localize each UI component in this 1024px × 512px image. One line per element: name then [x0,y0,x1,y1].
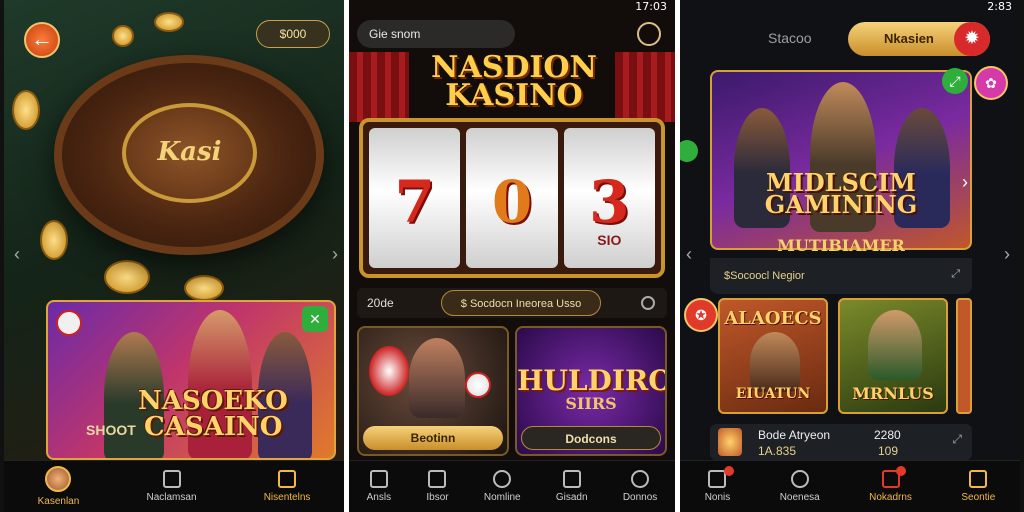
roulette-wheel[interactable]: Kasi [54,55,324,255]
game-card-2[interactable]: MRNLUS [838,298,948,414]
status-bar: 17:03 [635,0,667,13]
chevron-right-icon[interactable]: › [332,244,338,265]
nav-item-naclamsan[interactable]: Naclamsan [146,470,197,503]
promo-card[interactable]: NASOEKO CASAINO SHOOT ✕ [46,300,336,460]
screen-slots: 17:03 Gie snom NASDION KASINO 7 0 3 SIO … [349,0,675,512]
profile-ring-icon[interactable] [637,22,661,46]
slot-machine[interactable]: 7 0 3 SIO [359,118,665,278]
play-button[interactable]: Beotinn [363,426,503,450]
coin-decoration [184,275,224,301]
shield-icon [969,470,988,488]
curtain-decoration [349,52,409,122]
character-image [868,310,922,380]
slot-reel: 0 [466,128,558,268]
nav-item-nonis[interactable]: Nonis [705,466,735,503]
jackpot-bar: 20de $ Socdocn Ineorea Usso [357,288,667,318]
coin-decoration [112,25,134,47]
notification-dot [895,466,906,476]
home-icon [162,470,181,488]
chat-icon [562,470,581,488]
screen-multiplayer: 2:83 Stacoo Nkasien ✹ MIDLSCIM GAMINING … [680,0,1020,512]
game-card-3[interactable] [956,298,972,414]
search-icon [790,470,809,488]
bottom-nav: Kasenlan Naclamsan Nisentelns [4,460,344,512]
coin-balance[interactable]: $000 [256,20,330,48]
settings-icon [631,470,650,488]
ball-icon [465,372,491,398]
emblem-icon [56,310,82,336]
casino-logo: NASDION KASINO [431,50,597,113]
gear-icon[interactable]: ✹ [954,22,990,56]
feature-title: MIDLSCIM GAMINING [764,168,918,219]
nav-item-gisadn[interactable]: Gisadn [556,470,588,503]
coin-decoration [104,260,150,294]
nav-item-nokadrns[interactable]: Nokadrns [869,466,912,503]
top-action-button[interactable]: Nkasien ✹ [848,22,990,56]
top-label: Stacoo [768,30,812,46]
notification-dot [724,466,735,476]
chevron-right-icon[interactable]: › [1004,244,1010,265]
game-thumbnail-icon [718,428,742,456]
expand-icon[interactable]: ⤢ [951,268,960,281]
promo-title: NASOEKO CASAINO [138,386,288,442]
slot-reel: 3 SIO [563,128,655,268]
coin-decoration [12,90,40,130]
chevron-right-icon[interactable]: › [962,172,968,193]
bottom-nav: Ansls Ibsor Nomline Gisadn Donnos [349,460,675,512]
hot-badge-icon[interactable]: ✪ [684,298,718,332]
status-icon [680,140,698,162]
shop-icon [369,470,388,488]
list-item[interactable]: Bode Atryeon 1A.835 2280 109 ⤢ [710,424,972,460]
game-tile-2[interactable]: HULDIRO SIIRS Dodcons [515,326,667,456]
feature-subtitle: MUTIBIAMER [777,236,905,255]
roulette-brand: Kasi [122,103,257,203]
refresh-icon[interactable] [641,296,655,310]
back-button[interactable]: ← [24,22,60,58]
nav-item-donnos[interactable]: Donnos [623,470,657,503]
character-image [750,332,800,392]
promo-sign: SHOOT [86,422,136,438]
chevron-left-icon[interactable]: ‹ [686,244,692,265]
play-button[interactable]: Dodcons [521,426,661,450]
game-tile-1[interactable]: Beotinn [357,326,509,456]
screen-roulette: ← $000 Kasi ‹ › NASOEKO CASAINO SHOOT ✕ … [4,0,344,512]
coin-decoration [40,220,68,260]
bottom-nav: Nonis Noenesa Nokadrns Seontie [680,460,1020,512]
slot-reel: 7 [369,128,461,268]
gift-icon[interactable]: ✿ [974,66,1008,100]
feature-info-row: $Socoocl Negior ⤢ [710,258,972,294]
search-icon [493,470,512,488]
curtain-decoration [615,52,675,122]
expand-icon[interactable]: ✕ [302,306,328,332]
coin-decoration [154,12,184,32]
status-bar: 2:83 [987,0,1012,13]
chevron-left-icon[interactable]: ‹ [14,244,20,265]
share-icon[interactable]: ⤢ [942,68,968,94]
feature-card[interactable]: MIDLSCIM GAMINING [710,70,972,250]
game-card-1[interactable]: ALAOECS EIUATUN [718,298,828,414]
avatar-icon [45,466,72,492]
tag-icon [278,470,297,488]
search-input[interactable]: Gie snom [357,20,515,48]
headphones-icon [369,346,409,396]
jackpot-pill[interactable]: $ Socdocn Ineorea Usso [441,290,601,316]
nav-item-nomline[interactable]: Nomline [484,470,521,503]
nav-item-seontie[interactable]: Seontie [961,470,995,503]
nav-item-ibsor[interactable]: Ibsor [426,470,449,503]
signal-icon [428,470,447,488]
nav-item-nisentelns[interactable]: Nisentelns [264,470,310,503]
arrow-left-icon: ← [31,26,53,51]
expand-icon[interactable]: ⤢ [952,432,962,447]
nav-item-noenesa[interactable]: Noenesa [780,470,820,503]
character-image [409,338,465,418]
nav-item-ansls[interactable]: Ansls [367,470,391,503]
nav-item-kasenlan[interactable]: Kasenlan [38,466,79,507]
